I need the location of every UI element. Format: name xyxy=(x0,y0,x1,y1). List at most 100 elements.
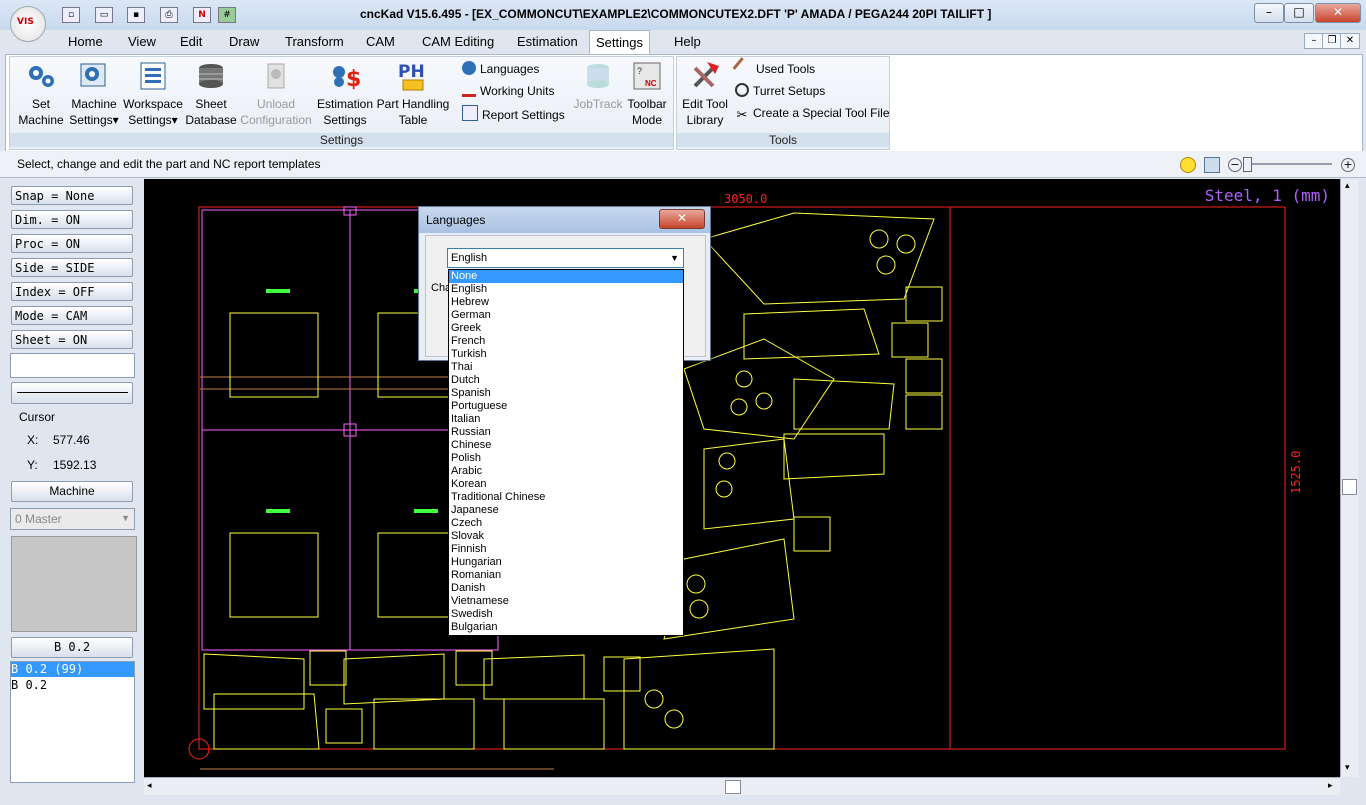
scroll-down-icon[interactable]: ▾ xyxy=(1345,763,1350,773)
language-option[interactable]: Dutch xyxy=(449,374,683,387)
language-option[interactable]: Russian xyxy=(449,426,683,439)
scroll-up-icon[interactable]: ▴ xyxy=(1345,181,1350,191)
language-option[interactable]: French xyxy=(449,335,683,348)
drawing-canvas[interactable]: 3050.0 1525.0 Steel, 1 (mm) xyxy=(144,179,1340,777)
language-option[interactable]: Arabic xyxy=(449,465,683,478)
dialog-close-button[interactable]: ✕ xyxy=(659,209,705,229)
sheet-toggle[interactable]: Sheet = ON xyxy=(11,330,133,349)
snap-toggle[interactable]: Snap = None xyxy=(11,186,133,205)
used-tools-button[interactable]: Used Tools xyxy=(732,57,815,79)
dim-toggle[interactable]: Dim. = ON xyxy=(11,210,133,229)
line-style-button[interactable] xyxy=(11,382,133,404)
language-option[interactable]: Czech xyxy=(449,517,683,530)
language-option[interactable]: Spanish xyxy=(449,387,683,400)
mdi-minimize-button[interactable]: – xyxy=(1304,33,1324,49)
face-icon[interactable] xyxy=(1180,157,1196,173)
language-option[interactable]: Chinese xyxy=(449,439,683,452)
language-option[interactable]: Hungarian xyxy=(449,556,683,569)
language-select[interactable]: English ▼ xyxy=(447,248,684,268)
languages-button[interactable]: Languages xyxy=(462,61,539,77)
window-title: cncKad V15.6.495 - [EX_COMMONCUT\EXAMPLE… xyxy=(360,7,992,21)
tab-view[interactable]: View xyxy=(122,32,162,52)
language-option[interactable]: Traditional Chinese xyxy=(449,491,683,504)
language-option[interactable]: German xyxy=(449,309,683,322)
working-units-button[interactable]: Working Units xyxy=(462,83,554,99)
print-icon[interactable]: ⎙ xyxy=(160,7,178,23)
language-option[interactable]: Portuguese xyxy=(449,400,683,413)
hscroll-thumb[interactable] xyxy=(725,780,741,794)
master-select[interactable]: 0 Master ▼ xyxy=(10,508,135,530)
language-option[interactable]: Italian xyxy=(449,413,683,426)
language-option[interactable]: Vietnamese xyxy=(449,595,683,608)
tab-cam[interactable]: CAM xyxy=(360,32,401,52)
index-toggle[interactable]: Index = OFF xyxy=(11,282,133,301)
scroll-right-icon[interactable]: ▸ xyxy=(1328,781,1333,791)
open-icon[interactable]: ▭ xyxy=(95,7,113,23)
zoom-slider-track[interactable] xyxy=(1244,163,1332,165)
language-option[interactable]: Bulgarian xyxy=(449,621,683,634)
zoom-in-icon[interactable]: + xyxy=(1341,158,1355,172)
language-option[interactable]: Turkish xyxy=(449,348,683,361)
list-item[interactable]: B 0.2 xyxy=(11,678,134,693)
language-option[interactable]: Slovak xyxy=(449,530,683,543)
estimation-settings-button[interactable]: $ Estimation Settings xyxy=(315,60,375,128)
close-button[interactable]: ✕ xyxy=(1315,3,1361,23)
save-icon[interactable]: ▪ xyxy=(127,7,145,23)
language-option[interactable]: Polish xyxy=(449,452,683,465)
edit-tool-library-button[interactable]: Edit Tool Library xyxy=(680,60,730,128)
zoom-out-icon[interactable]: − xyxy=(1228,158,1242,172)
language-option[interactable]: Hebrew xyxy=(449,296,683,309)
list-item[interactable]: B 0.2 (99) xyxy=(11,662,134,677)
language-option[interactable]: Japanese xyxy=(449,504,683,517)
language-option[interactable]: Greek xyxy=(449,322,683,335)
jobtrack-button[interactable]: JobTrack xyxy=(570,60,626,112)
part-handling-table-button[interactable]: PH Part Handling Table xyxy=(374,60,452,128)
horizontal-scrollbar[interactable]: ◂ ▸ xyxy=(144,777,1340,795)
mdi-close-button[interactable]: ✕ xyxy=(1340,33,1360,49)
master-select-value: 0 Master xyxy=(15,512,62,526)
turret-setups-button[interactable]: Turret Setups xyxy=(735,83,825,99)
scroll-left-icon[interactable]: ◂ xyxy=(147,781,152,791)
new-icon[interactable]: ▫ xyxy=(62,7,80,23)
mode-toggle[interactable]: Mode = CAM xyxy=(11,306,133,325)
toolbar-mode-button[interactable]: ? NC Toolbar Mode xyxy=(624,60,670,128)
tab-estimation[interactable]: Estimation xyxy=(511,32,584,52)
grid-icon[interactable]: # xyxy=(218,7,236,23)
report-settings-button[interactable]: Report Settings xyxy=(462,105,565,123)
language-option[interactable]: Swedish xyxy=(449,608,683,621)
language-option[interactable]: Korean xyxy=(449,478,683,491)
tab-cam-editing[interactable]: CAM Editing xyxy=(416,32,500,52)
sheet-database-button[interactable]: Sheet Database xyxy=(185,60,237,128)
zoom-window-icon[interactable] xyxy=(1204,157,1220,173)
tab-draw[interactable]: Draw xyxy=(223,32,265,52)
set-machine-button[interactable]: Set Machine xyxy=(14,60,68,128)
tab-home[interactable]: Home xyxy=(62,32,109,52)
mdi-restore-button[interactable]: ❐ xyxy=(1322,33,1342,49)
hammer-icon xyxy=(732,57,755,79)
language-option[interactable]: Romanian xyxy=(449,569,683,582)
nc-icon[interactable]: N xyxy=(193,7,211,23)
side-toggle[interactable]: Side = SIDE xyxy=(11,258,133,277)
workspace-settings-button[interactable]: Workspace Settings▾ xyxy=(122,60,184,128)
proc-toggle[interactable]: Proc = ON xyxy=(11,234,133,253)
language-option[interactable]: Danish xyxy=(449,582,683,595)
blank-field[interactable] xyxy=(10,353,135,378)
machine-button[interactable]: Machine xyxy=(11,481,133,502)
maximize-button[interactable]: □ xyxy=(1284,3,1314,23)
vscroll-thumb[interactable] xyxy=(1342,479,1357,495)
unload-configuration-button[interactable]: Unload Configuration xyxy=(238,60,314,128)
language-option-none[interactable]: None xyxy=(449,270,683,283)
language-option[interactable]: Finnish xyxy=(449,543,683,556)
tab-help[interactable]: Help xyxy=(668,32,707,52)
language-option[interactable]: English xyxy=(449,283,683,296)
tab-edit[interactable]: Edit xyxy=(174,32,208,52)
create-special-tool-button[interactable]: ✂ Create a Special Tool File xyxy=(735,105,890,122)
language-option[interactable]: Thai xyxy=(449,361,683,374)
minimize-button[interactable]: – xyxy=(1254,3,1284,23)
machine-settings-button[interactable]: Machine Settings▾ xyxy=(67,60,121,128)
vertical-scrollbar[interactable]: ▴ ▾ xyxy=(1340,179,1358,777)
tab-transform[interactable]: Transform xyxy=(279,32,350,52)
b-button[interactable]: B 0.2 xyxy=(11,637,133,658)
zoom-slider-thumb[interactable] xyxy=(1243,157,1252,172)
tab-settings[interactable]: Settings xyxy=(589,30,650,56)
